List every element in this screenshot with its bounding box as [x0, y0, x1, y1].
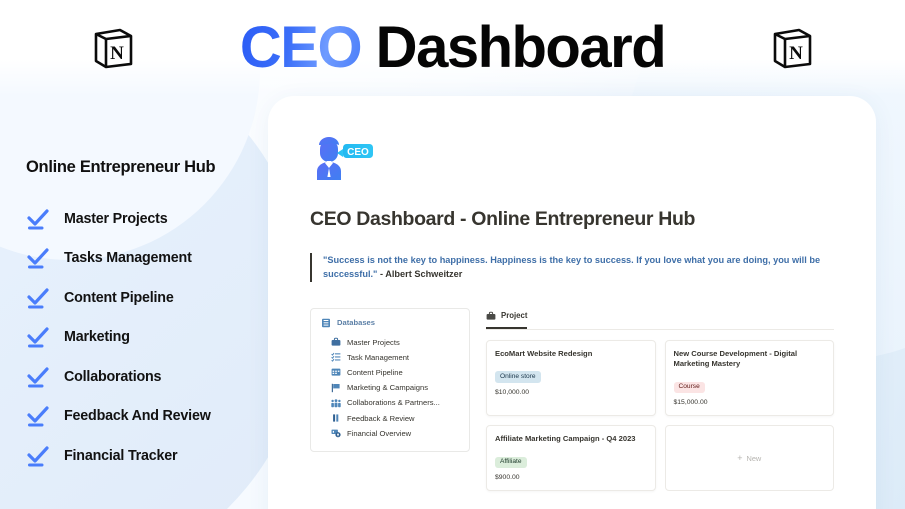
sidebar-item-content-pipeline[interactable]: Content Pipeline	[26, 278, 271, 318]
sidebar-item-label: Master Projects	[64, 210, 168, 227]
project-board: Project EcoMart Website Redesign Online …	[486, 308, 834, 492]
database-item-label: Feedback & Review	[347, 413, 415, 423]
project-amount: $10,000.00	[495, 388, 530, 396]
project-tag: Affiliate	[495, 456, 527, 469]
project-tag: Online store	[495, 371, 541, 383]
project-cards-grid: EcoMart Website Redesign Online store $1…	[486, 339, 834, 492]
people-icon	[331, 398, 341, 408]
check-icon	[26, 286, 50, 310]
project-card[interactable]: Affiliate Marketing Campaign - Q4 2023 A…	[486, 425, 656, 492]
tab-project[interactable]: Project	[486, 311, 528, 329]
flag-icon	[331, 383, 341, 393]
tab-project-label: Project	[501, 311, 528, 320]
sidebar-item-financial-tracker[interactable]: Financial Tracker	[26, 436, 271, 476]
screenshot-root: N CEO Dashboard N Online Entrepreneur Hu…	[0, 0, 905, 509]
notion-logo-icon: N	[90, 25, 136, 71]
project-card[interactable]: New Course Development - Digital Marketi…	[664, 339, 834, 417]
notion-logo-icon: N	[769, 25, 815, 71]
check-icon	[26, 404, 50, 428]
plus-icon: +	[737, 452, 743, 463]
project-name: Affiliate Marketing Campaign - Q4 2023	[495, 434, 636, 444]
page-title-banner: CEO Dashboard	[240, 19, 667, 77]
svg-text:N: N	[789, 43, 803, 64]
database-item-label: Task Management	[347, 352, 410, 362]
project-name: New Course Development - Digital Marketi…	[673, 348, 798, 368]
title-rest: Dashboard	[361, 15, 667, 80]
new-project-button[interactable]: + New	[664, 425, 834, 492]
database-item-label: Master Projects	[347, 337, 400, 347]
project-amount: $15,000.00	[673, 399, 708, 407]
sidebar-item-label: Collaborations	[64, 368, 162, 385]
feature-sidebar: Online Entrepreneur Hub Master Projects …	[26, 158, 271, 476]
databases-card: Databases Master Projects Task Managemen…	[310, 307, 470, 452]
database-item-label: Financial Overview	[347, 428, 412, 438]
check-icon	[26, 207, 50, 231]
database-item-label: Marketing & Campaigns	[347, 383, 429, 393]
databases-heading-label: Databases	[337, 318, 375, 327]
project-card[interactable]: EcoMart Website Redesign Online store $1…	[486, 339, 656, 417]
sidebar-item-marketing[interactable]: Marketing	[26, 318, 271, 358]
calendar-icon	[331, 367, 341, 377]
check-icon	[26, 365, 50, 389]
money-chart-icon	[331, 428, 341, 438]
page-title: CEO Dashboard - Online Entrepreneur Hub	[310, 208, 696, 230]
bars-icon	[331, 413, 341, 423]
briefcase-icon	[331, 337, 341, 347]
sidebar-item-label: Financial Tracker	[64, 447, 178, 464]
sidebar-item-label: Content Pipeline	[64, 289, 174, 306]
svg-text:N: N	[110, 43, 124, 64]
databases-heading: Databases	[319, 318, 461, 328]
quote-block: "Success is not the key to happiness. Ha…	[310, 253, 835, 282]
sidebar-item-label: Feedback And Review	[64, 408, 211, 425]
project-tag: Course	[673, 381, 705, 394]
task-list-icon	[331, 352, 341, 362]
project-amount: $900.00	[495, 474, 520, 482]
title-accent: CEO	[239, 15, 363, 80]
database-item-task-management[interactable]: Task Management	[319, 350, 461, 365]
quote-author: - Albert Schweitzer	[379, 269, 463, 280]
board-tabbar: Project	[486, 308, 834, 330]
new-project-label: New	[746, 453, 762, 463]
sidebar-item-label: Marketing	[64, 329, 130, 346]
ceo-avatar-icon: CEO	[310, 136, 378, 182]
database-item-label: Collaborations & Partners...	[347, 398, 440, 408]
sidebar-item-tasks-management[interactable]: Tasks Management	[26, 239, 271, 279]
sidebar-item-label: Tasks Management	[64, 250, 192, 267]
database-item-collaborations-partners[interactable]: Collaborations & Partners...	[319, 395, 461, 410]
database-item-feedback-review[interactable]: Feedback & Review	[319, 410, 461, 425]
sidebar-item-feedback-and-review[interactable]: Feedback And Review	[26, 397, 271, 437]
check-icon	[26, 444, 50, 468]
ceo-badge-text: CEO	[347, 147, 369, 158]
database-item-label: Content Pipeline	[347, 367, 403, 377]
database-item-marketing-campaigns[interactable]: Marketing & Campaigns	[319, 380, 461, 395]
database-item-master-projects[interactable]: Master Projects	[319, 335, 461, 350]
page-header: N CEO Dashboard N	[0, 0, 905, 96]
database-item-financial-overview[interactable]: Financial Overview	[319, 426, 461, 441]
database-icon	[321, 318, 331, 328]
project-name: EcoMart Website Redesign	[495, 348, 593, 358]
database-item-content-pipeline[interactable]: Content Pipeline	[319, 365, 461, 380]
check-icon	[26, 246, 50, 270]
check-icon	[26, 325, 50, 349]
notion-page-panel: CEO CEO Dashboard - Online Entrepreneur …	[268, 96, 876, 509]
briefcase-icon	[486, 311, 496, 321]
sidebar-item-collaborations[interactable]: Collaborations	[26, 357, 271, 397]
sidebar-title: Online Entrepreneur Hub	[26, 158, 216, 176]
sidebar-item-master-projects[interactable]: Master Projects	[26, 199, 271, 239]
